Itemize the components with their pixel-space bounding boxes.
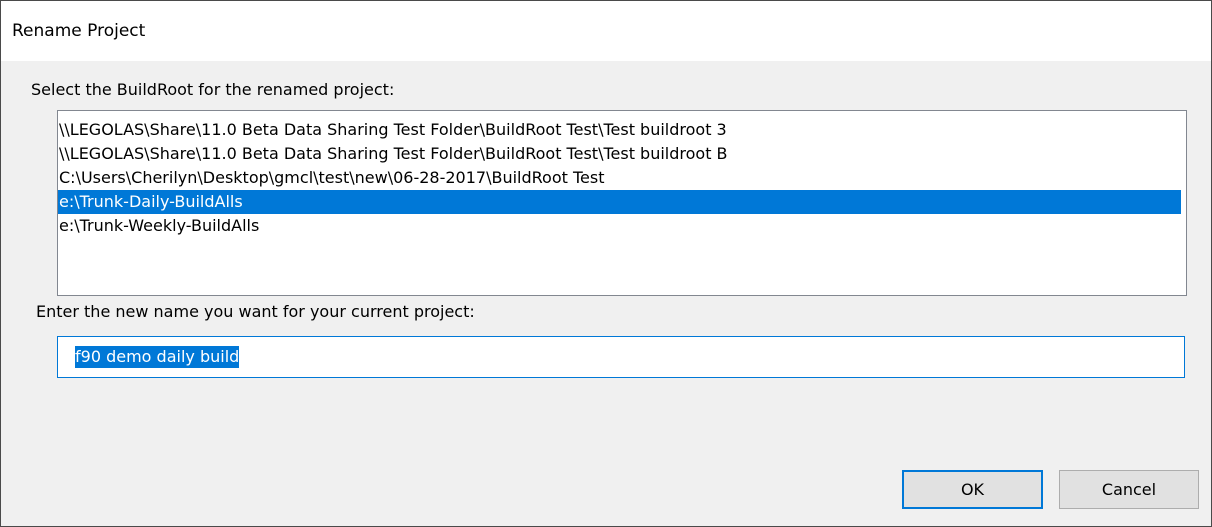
project-name-value: f90 demo daily build	[75, 346, 240, 368]
buildroot-list-item[interactable]: \\LEGOLAS\Share\11.0 Beta Data Sharing T…	[58, 142, 1186, 166]
ok-button[interactable]: OK	[902, 470, 1043, 509]
buildroot-list-item[interactable]: \\LEGOLAS\Share\11.0 Beta Data Sharing T…	[58, 118, 1186, 142]
buildroot-label: Select the BuildRoot for the renamed pro…	[31, 80, 395, 99]
dialog-title: Rename Project	[12, 21, 146, 41]
rename-project-dialog: Rename Project Select the BuildRoot for …	[0, 0, 1212, 527]
buildroot-list-item[interactable]: e:\Trunk-Weekly-BuildAlls	[58, 214, 1186, 238]
project-name-label: Enter the new name you want for your cur…	[36, 302, 475, 321]
buildroot-listbox[interactable]: \\LEGOLAS\Share\11.0 Beta Data Sharing T…	[57, 110, 1187, 296]
buildroot-list-item-selected[interactable]: e:\Trunk-Daily-BuildAlls	[58, 190, 1181, 214]
project-name-input[interactable]: f90 demo daily build	[57, 336, 1185, 378]
title-bar[interactable]: Rename Project	[1, 1, 1211, 61]
buildroot-list-item[interactable]: C:\Users\Cherilyn\Desktop\gmcl\test\new\…	[58, 166, 1186, 190]
cancel-button[interactable]: Cancel	[1059, 470, 1199, 509]
